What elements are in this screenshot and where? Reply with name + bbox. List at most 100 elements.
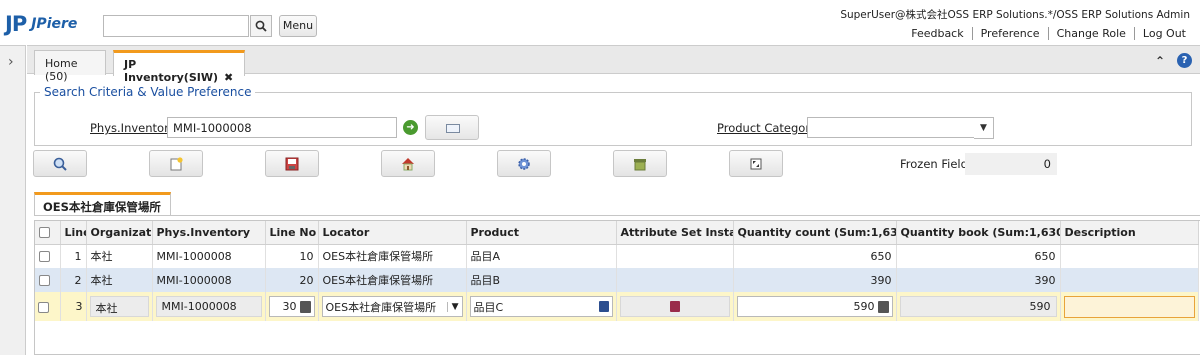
menu-button[interactable]: Menu: [279, 15, 317, 37]
home-icon: [402, 157, 414, 170]
expand-button[interactable]: [729, 150, 783, 177]
cell-description: [1060, 244, 1199, 268]
calculator-icon[interactable]: [877, 300, 889, 313]
product-category-field[interactable]: [807, 117, 975, 138]
cell-quantity-book: 390: [896, 268, 1061, 292]
new-record-icon: [170, 156, 183, 170]
feedback-link[interactable]: Feedback: [903, 27, 971, 40]
frozen-field-input[interactable]: 0: [965, 153, 1057, 175]
cell-product: 品目C: [466, 292, 617, 321]
form-view-button[interactable]: [425, 115, 479, 140]
go-arrow-icon[interactable]: ➜: [403, 120, 418, 135]
line-no-input[interactable]: 30: [268, 296, 315, 317]
column-header-organization[interactable]: Organization: [86, 221, 153, 245]
cell-locator: OES本社倉庫保管場所 ▼: [318, 292, 467, 321]
expand-panel-icon[interactable]: ›: [8, 54, 14, 70]
column-header-product[interactable]: Product: [466, 221, 617, 245]
cell-locator: OES本社倉庫保管場所: [318, 268, 467, 292]
frozen-field-label: Frozen Field: [900, 157, 968, 171]
app-header: JP JPiere Menu SuperUser@株式会社OSS ERP Sol…: [0, 0, 1200, 45]
search-icon: [53, 157, 67, 171]
save-button[interactable]: [265, 150, 319, 177]
select-all-checkbox[interactable]: [39, 227, 50, 239]
save-icon: [285, 157, 299, 170]
column-header-line[interactable]: Line: [60, 221, 87, 245]
attribute-set-icon[interactable]: [669, 301, 680, 312]
logo-mark: JP: [5, 12, 27, 36]
close-icon[interactable]: ✖: [224, 71, 233, 84]
log-out-link[interactable]: Log Out: [1133, 27, 1194, 40]
table-header-row: Line Organization Phys.Inventory Line No…: [35, 221, 1199, 245]
new-record-button[interactable]: [149, 150, 203, 177]
row-checkbox[interactable]: [39, 251, 50, 263]
search-button[interactable]: [250, 15, 272, 37]
table-row[interactable]: 2 本社 MMI-1000008 20 OES本社倉庫保管場所 品目B 390 …: [35, 268, 1199, 292]
cell-line-no: 10: [265, 244, 319, 268]
cell-line: 3: [60, 292, 87, 321]
column-header-locator[interactable]: Locator: [318, 221, 467, 245]
cell-product: 品目A: [466, 244, 617, 268]
home-button[interactable]: [381, 150, 435, 177]
column-header-quantity-count[interactable]: Quantity count (Sum:1,630): [733, 221, 897, 245]
attribute-set-field[interactable]: [619, 296, 730, 317]
product-lookup-icon[interactable]: [598, 301, 609, 312]
product-search-field[interactable]: 品目C: [469, 296, 613, 317]
app-logo[interactable]: JP JPiere: [5, 12, 77, 36]
cell-organization: 本社: [86, 268, 153, 292]
locator-select[interactable]: OES本社倉庫保管場所 ▼: [321, 296, 463, 317]
cell-attribute-set: [616, 268, 734, 292]
cell-line: 1: [60, 244, 87, 268]
cell-attribute-set: [616, 244, 734, 268]
preference-link[interactable]: Preference: [971, 27, 1048, 40]
column-header-phys-inventory[interactable]: Phys.Inventory: [152, 221, 266, 245]
row-select-cell[interactable]: [35, 268, 61, 292]
row-select-cell[interactable]: [35, 244, 61, 268]
process-button[interactable]: [497, 150, 551, 177]
column-header-attribute-set[interactable]: Attribute Set Instance: [616, 221, 734, 245]
column-header-line-no[interactable]: Line No: [265, 221, 319, 245]
help-icon[interactable]: ?: [1177, 53, 1192, 68]
cell-phys-inventory: MMI-1000008: [152, 244, 266, 268]
chevron-down-icon[interactable]: ▼: [974, 117, 994, 139]
row-select-cell[interactable]: [35, 292, 61, 321]
tab-jp-inventory-label: JP Inventory(SIW): [124, 58, 218, 84]
tabbar-actions: ⌃ ?: [1155, 53, 1192, 68]
column-header-quantity-book[interactable]: Quantity book (Sum:1,630): [896, 221, 1061, 245]
cell-attribute-set: [616, 292, 734, 321]
phys-inventory-field[interactable]: MMI-1000008: [167, 117, 397, 138]
west-panel-strip: ›: [0, 45, 26, 355]
archive-button[interactable]: [613, 150, 667, 177]
product-category-label[interactable]: Product Category: [717, 121, 817, 135]
locator-value: OES本社倉庫保管場所: [325, 300, 437, 314]
description-input[interactable]: [1063, 295, 1195, 318]
cell-line-no: 20: [265, 268, 319, 292]
tab-home[interactable]: Home (50): [34, 50, 106, 83]
cell-product: 品目B: [466, 268, 617, 292]
tab-locator[interactable]: OES本社倉庫保管場所: [34, 192, 171, 216]
form-icon: [446, 124, 460, 133]
column-header-description[interactable]: Description: [1060, 221, 1199, 245]
chevron-down-icon[interactable]: ▼: [446, 301, 459, 312]
table-row[interactable]: 1 本社 MMI-1000008 10 OES本社倉庫保管場所 品目A 650 …: [35, 244, 1199, 268]
phys-inventory-readonly: MMI-1000008: [155, 296, 262, 317]
tab-home-label: Home (50): [45, 57, 78, 83]
calculator-icon[interactable]: [299, 300, 311, 313]
row-checkbox[interactable]: [38, 301, 49, 313]
search-criteria-title: Search Criteria & Value Preference: [40, 85, 256, 99]
tab-divider: [34, 215, 1200, 216]
change-role-link[interactable]: Change Role: [1047, 27, 1134, 40]
collapse-up-icon[interactable]: ⌃: [1155, 54, 1165, 68]
quantity-count-input[interactable]: 590: [736, 296, 893, 317]
phys-inventory-label[interactable]: Phys.Inventory: [90, 121, 176, 135]
cell-phys-inventory: MMI-1000008: [152, 292, 266, 321]
row-checkbox[interactable]: [39, 275, 50, 286]
select-all-header[interactable]: [35, 221, 61, 245]
cell-quantity-count: 390: [733, 268, 897, 292]
tab-jp-inventory[interactable]: JP Inventory(SIW) ✖: [113, 50, 245, 84]
global-search-input[interactable]: [103, 15, 249, 37]
search-button[interactable]: [33, 150, 87, 177]
cell-line-no: 30: [265, 292, 319, 321]
table-row-editing[interactable]: 3 本社 MMI-1000008 30 OES本社倉庫保管場所 ▼ 品目C 590: [35, 292, 1199, 321]
organization-readonly: 本社: [89, 296, 149, 317]
quantity-count-value: 590: [853, 300, 875, 313]
